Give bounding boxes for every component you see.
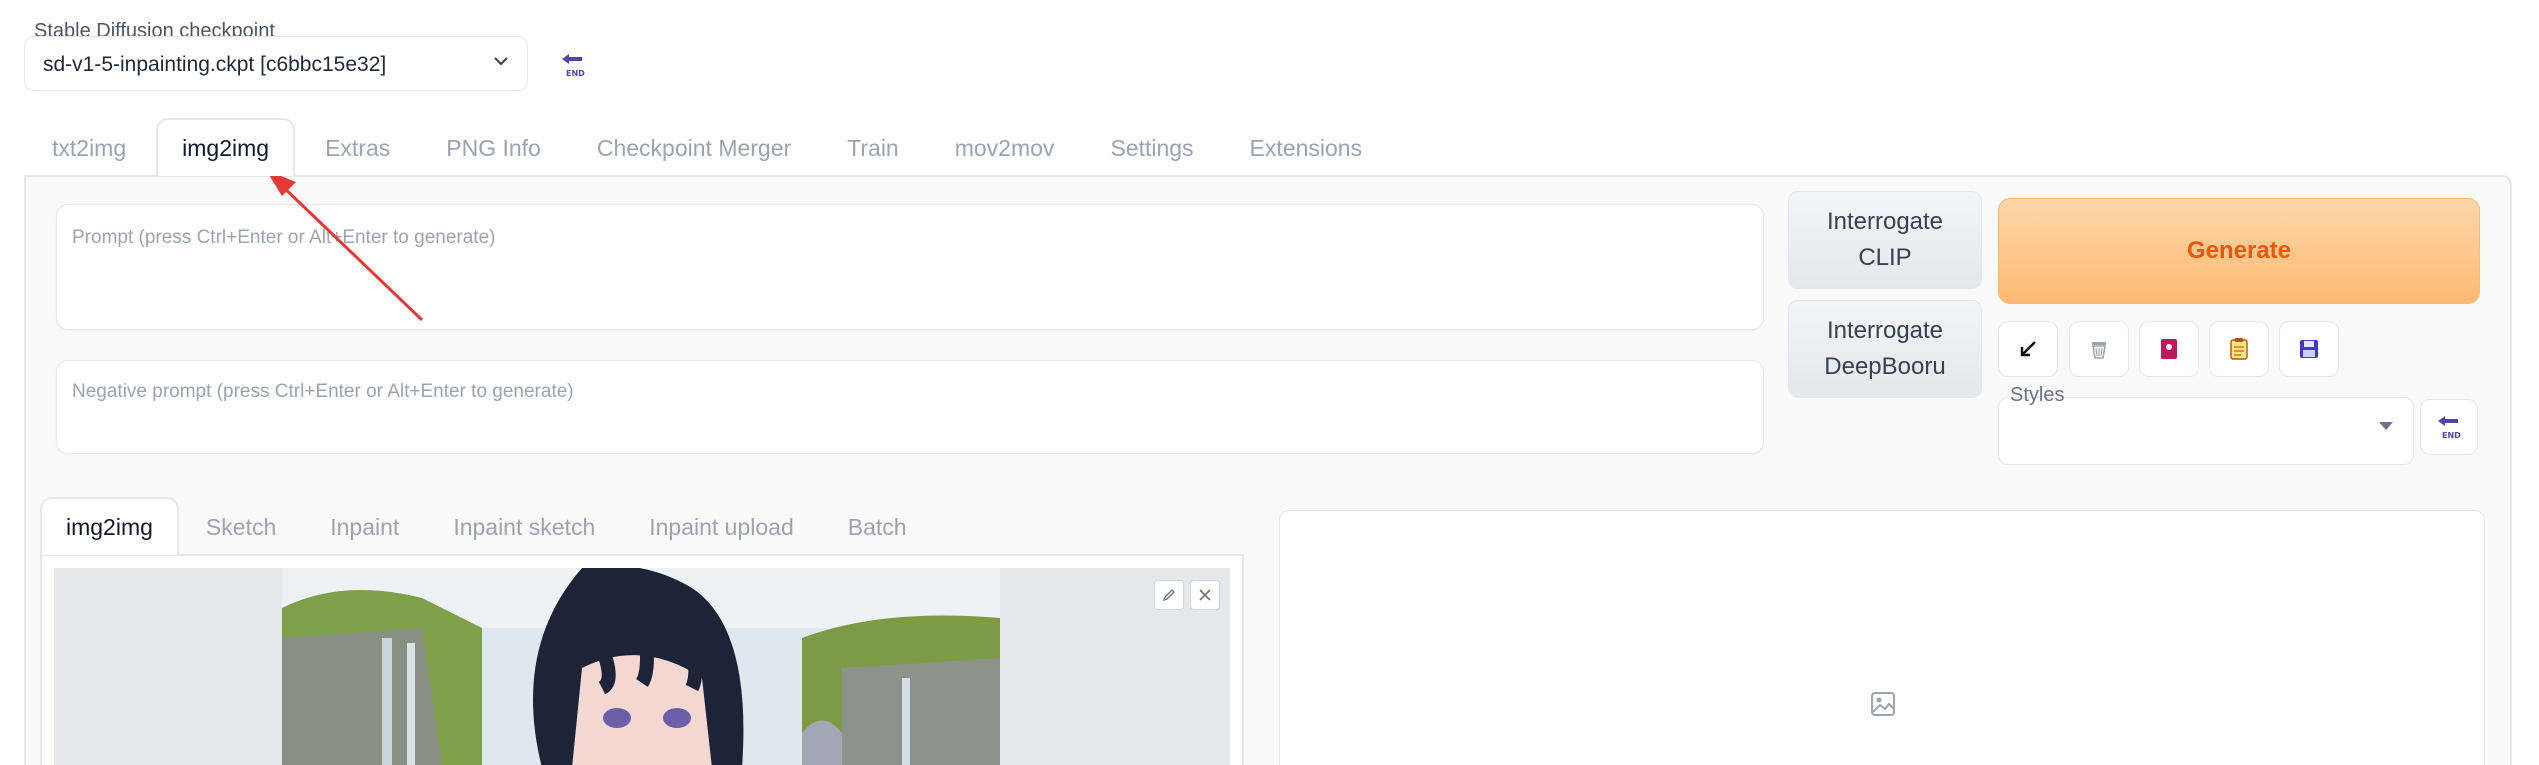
interrogate-deepbooru-button[interactable]: Interrogate DeepBooru bbox=[1788, 300, 1982, 398]
output-gallery bbox=[1279, 510, 2485, 765]
tab-checkpoint-merger[interactable]: Checkpoint Merger bbox=[569, 118, 819, 176]
bookmark-icon bbox=[2161, 339, 2177, 359]
generate-button[interactable]: Generate bbox=[1998, 198, 2480, 304]
styles-select[interactable] bbox=[1998, 397, 2414, 465]
input-image-area[interactable] bbox=[54, 568, 1230, 765]
refresh-checkpoint-button[interactable]: END bbox=[548, 42, 598, 88]
chevron-down-icon bbox=[494, 57, 508, 66]
interrogate-deepbooru-label-2: DeepBooru bbox=[1824, 353, 1946, 380]
clipboard-icon bbox=[2230, 338, 2248, 360]
tab-mov2mov[interactable]: mov2mov bbox=[927, 118, 1083, 176]
prompt-input[interactable]: Prompt (press Ctrl+Enter or Alt+Enter to… bbox=[56, 204, 1764, 330]
tab-png-info[interactable]: PNG Info bbox=[418, 118, 569, 176]
tab-train[interactable]: Train bbox=[819, 118, 927, 176]
subtab-sketch[interactable]: Sketch bbox=[179, 497, 303, 555]
interrogate-clip-label-2: CLIP bbox=[1858, 244, 1912, 271]
subtab-img2img[interactable]: img2img bbox=[40, 497, 179, 555]
clear-image-button[interactable] bbox=[1190, 580, 1220, 610]
negative-prompt-input[interactable]: Negative prompt (press Ctrl+Enter or Alt… bbox=[56, 360, 1764, 454]
refresh-icon: END bbox=[2438, 416, 2461, 440]
extra-networks-button[interactable] bbox=[2139, 321, 2199, 377]
save-style-button[interactable] bbox=[2279, 321, 2339, 377]
close-icon bbox=[1199, 589, 1211, 601]
subtab-inpaint-upload[interactable]: Inpaint upload bbox=[622, 497, 821, 555]
img2img-subtabs: img2img Sketch Inpaint Inpaint sketch In… bbox=[40, 497, 934, 555]
tab-extras[interactable]: Extras bbox=[297, 118, 418, 176]
styles-label: Styles bbox=[2010, 384, 2065, 406]
interrogate-clip-button[interactable]: Interrogate CLIP bbox=[1788, 191, 1982, 289]
subtab-inpaint-sketch[interactable]: Inpaint sketch bbox=[426, 497, 622, 555]
refresh-styles-button[interactable]: END bbox=[2420, 399, 2478, 455]
caret-down-icon bbox=[2379, 422, 2393, 430]
interrogate-deepbooru-label-1: Interrogate bbox=[1826, 317, 1944, 344]
svg-text:END: END bbox=[566, 69, 585, 78]
refresh-icon: END bbox=[562, 54, 585, 78]
image-placeholder-icon bbox=[1871, 692, 1895, 716]
save-icon bbox=[2300, 340, 2318, 358]
tab-settings[interactable]: Settings bbox=[1082, 118, 1221, 176]
clear-prompt-button[interactable] bbox=[2069, 321, 2129, 377]
tab-img2img[interactable]: img2img bbox=[156, 118, 296, 176]
interrogate-clip-label-1: Interrogate bbox=[1826, 208, 1944, 235]
svg-text:END: END bbox=[2442, 431, 2461, 440]
edit-image-button[interactable] bbox=[1154, 580, 1184, 610]
tab-txt2img[interactable]: txt2img bbox=[24, 118, 154, 176]
subtab-inpaint[interactable]: Inpaint bbox=[303, 497, 426, 555]
trash-icon bbox=[2092, 342, 2106, 359]
tab-extensions[interactable]: Extensions bbox=[1222, 118, 1391, 176]
arrow-down-left-icon bbox=[2020, 341, 2036, 357]
subtab-batch[interactable]: Batch bbox=[821, 497, 934, 555]
input-image bbox=[282, 568, 1000, 765]
apply-style-button[interactable] bbox=[2209, 321, 2269, 377]
checkpoint-select[interactable]: sd-v1-5-inpainting.ckpt [c6bbc15e32] bbox=[24, 36, 528, 91]
checkpoint-value: sd-v1-5-inpainting.ckpt [c6bbc15e32] bbox=[43, 53, 387, 76]
main-tabs: txt2img img2img Extras PNG Info Checkpoi… bbox=[24, 118, 1390, 176]
read-params-button[interactable] bbox=[1998, 321, 2058, 377]
pencil-icon bbox=[1162, 589, 1175, 602]
